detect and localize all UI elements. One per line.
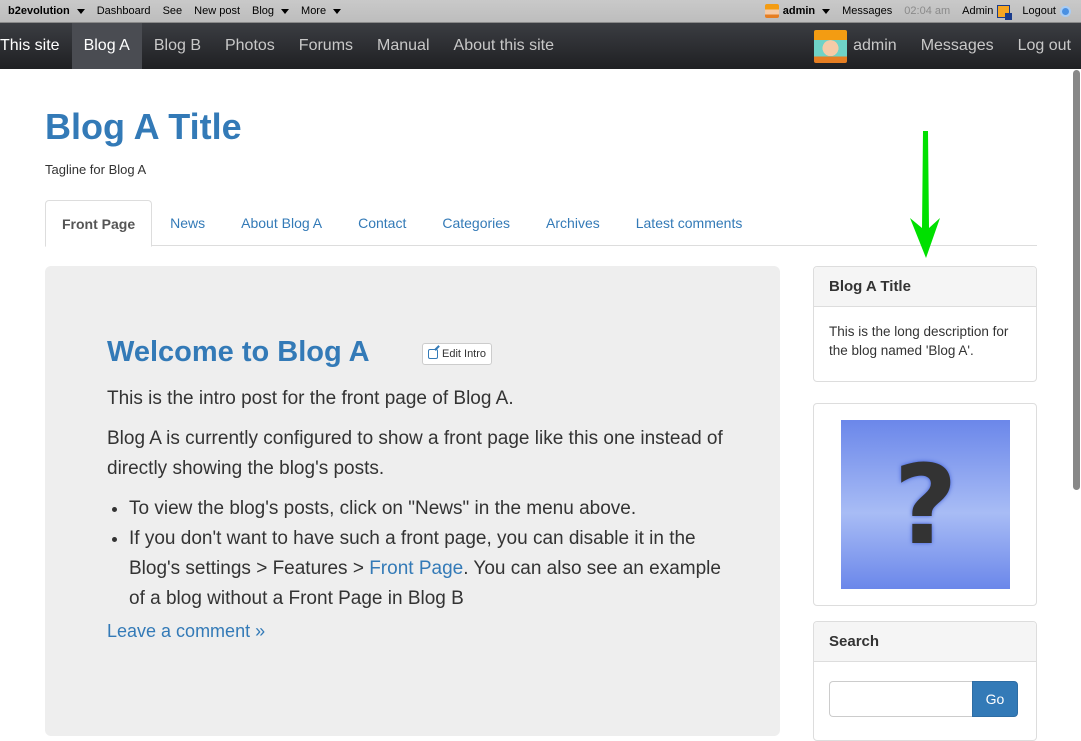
b2evolution-menu[interactable]: b2evolution (0, 5, 91, 17)
post-content: This is the intro post for the front pag… (107, 384, 737, 646)
messages-link[interactable]: Messages (836, 5, 898, 17)
admin-toolbar: b2evolution Dashboard See New post Blog … (0, 0, 1081, 23)
nav-logout[interactable]: Log out (1006, 23, 1081, 69)
tab-categories[interactable]: Categories (424, 200, 528, 246)
blog-description: This is the long description for the blo… (829, 324, 1009, 358)
blog-info-widget: Blog A Title This is the long descriptio… (813, 266, 1037, 382)
blog-menu[interactable]: Blog (246, 5, 295, 17)
leave-comment-link[interactable]: Leave a comment » (107, 616, 737, 646)
intro-paragraph-1: This is the intro post for the front pag… (107, 388, 514, 409)
admin-label: Admin (962, 5, 994, 17)
nav-about-this-site[interactable]: About this site (442, 23, 567, 69)
widget-title: Blog A Title (814, 267, 1036, 307)
nav-manual[interactable]: Manual (365, 23, 441, 69)
intro-list: To view the blog's posts, click on "News… (129, 494, 737, 614)
more-menu-label: More (301, 5, 327, 17)
nav-user-label: admin (853, 37, 897, 54)
admin-link[interactable]: Admin (956, 4, 1016, 20)
intro-post-panel: Welcome to Blog A Edit Intro This is the… (45, 266, 780, 736)
tab-about-blog-a[interactable]: About Blog A (223, 200, 340, 246)
nav-blog-b[interactable]: Blog B (142, 23, 213, 69)
question-mark-icon[interactable]: ? (841, 420, 1010, 589)
front-page-settings-link[interactable]: Front Page (369, 558, 463, 579)
intro-paragraph-2: Blog A is currently configured to show a… (107, 428, 723, 479)
widget-title: Search (814, 622, 1036, 662)
tab-news[interactable]: News (152, 200, 223, 246)
dashboard-link[interactable]: Dashboard (91, 5, 157, 17)
search-input[interactable] (829, 681, 972, 717)
nav-blog-a[interactable]: Blog A (71, 23, 142, 69)
image-widget: ? (813, 403, 1037, 606)
brand-label: b2evolution (8, 5, 70, 17)
blog-menu-label: Blog (252, 5, 275, 17)
new-post-link[interactable]: New post (188, 5, 246, 17)
tab-front-page[interactable]: Front Page (45, 200, 153, 247)
annotation-arrow-icon (910, 131, 940, 258)
blog-title[interactable]: Blog A Title (45, 106, 242, 148)
caret-down-icon (333, 8, 342, 14)
admin-icon (997, 4, 1013, 20)
logout-icon (1060, 5, 1071, 17)
edit-icon (428, 349, 438, 359)
avatar (814, 29, 848, 63)
caret-down-icon (76, 8, 85, 14)
tab-archives[interactable]: Archives (528, 200, 618, 246)
nav-user-profile[interactable]: admin (814, 23, 909, 69)
list-item: To view the blog's posts, click on "News… (129, 494, 737, 524)
edit-intro-label: Edit Intro (442, 348, 487, 360)
nav-photos[interactable]: Photos (213, 23, 287, 69)
see-link[interactable]: See (157, 5, 189, 17)
user-menu[interactable]: admin (759, 4, 836, 18)
blog-menu-tabs: Front Page News About Blog A Contact Cat… (45, 200, 1037, 247)
more-menu[interactable]: More (295, 5, 347, 17)
user-menu-label: admin (782, 5, 816, 17)
logout-label: Logout (1022, 5, 1056, 17)
edit-intro-button[interactable]: Edit Intro (422, 343, 493, 365)
logout-link[interactable]: Logout (1016, 5, 1077, 17)
tab-contact[interactable]: Contact (340, 200, 424, 246)
search-go-button[interactable]: Go (972, 681, 1018, 717)
nav-forums[interactable]: Forums (287, 23, 365, 69)
site-navigation: This site Blog A Blog B Photos Forums Ma… (0, 23, 1081, 69)
current-time: 02:04 am (904, 5, 951, 17)
nav-this-site[interactable]: This site (0, 23, 72, 69)
blog-tagline: Tagline for Blog A (45, 162, 147, 177)
page-scrollbar[interactable] (1073, 70, 1080, 490)
caret-down-icon (822, 8, 831, 14)
post-title: Welcome to Blog A (107, 336, 370, 368)
caret-down-icon (281, 8, 290, 14)
nav-messages[interactable]: Messages (909, 23, 1006, 69)
user-avatar-icon (764, 4, 779, 18)
search-widget: Search Go (813, 621, 1037, 741)
tab-latest-comments[interactable]: Latest comments (618, 200, 761, 246)
list-item: If you don't want to have such a front p… (129, 524, 737, 614)
